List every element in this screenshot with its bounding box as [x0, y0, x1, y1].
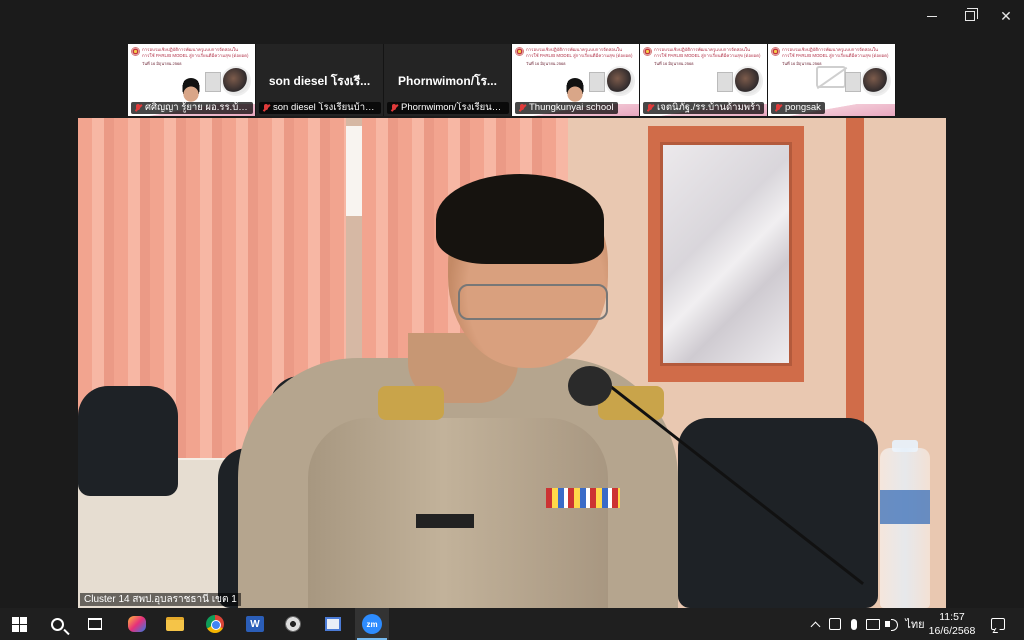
camera-off-icon [816, 66, 846, 88]
close-button[interactable]: ✕ [986, 0, 1024, 32]
tray-camera-button[interactable] [826, 608, 844, 640]
participant-name-label: pongsak [771, 102, 825, 114]
participant-tile[interactable]: การอบรมเชิงปฏิบัติการพัฒนาครูแบบการจัดสอ… [512, 44, 640, 116]
participant-name-label: เจตนิภัฐ./รร.บ้านด้ามพร้า [643, 102, 765, 114]
participant-name-label: son diesel โรงเรียนบ้าน... [259, 102, 381, 114]
chair [78, 386, 178, 496]
slide-title: การอบรมเชิงปฏิบัติการพัฒนาครูแบบการจัดสอ… [782, 47, 889, 58]
windows-start-icon [11, 616, 27, 632]
school-logo-icon [515, 47, 524, 56]
camera-tray-icon [829, 618, 841, 630]
participant-face [564, 78, 586, 104]
slide-date: วันที่ 16 มิถุนายน 2568 [782, 61, 822, 66]
participant-face [180, 78, 202, 104]
network-button[interactable] [864, 608, 882, 640]
window-app-icon [325, 617, 341, 631]
pinned-app-button[interactable] [316, 608, 350, 640]
participant-tile[interactable]: การอบรมเชิงปฏิบัติการพัฒนาครูแบบการจัดสอ… [640, 44, 768, 116]
windows-taskbar: W zm ไทย 11:57 16/6/2568 [0, 608, 1024, 640]
participant-display-name: Phornwimon/โร... [398, 74, 497, 88]
task-view-icon [88, 618, 102, 630]
file-explorer-button[interactable] [158, 608, 192, 640]
chrome-button[interactable] [198, 608, 232, 640]
participant-name-label: Thungkunyai school [515, 102, 618, 114]
mic-muted-icon [262, 104, 270, 112]
chevron-up-icon [810, 621, 820, 631]
minimize-icon [927, 15, 937, 17]
zoom-window: ✕ การอบรมเชิงปฏิบัติการพัฒนาครูแบบการจัด… [0, 0, 1024, 608]
task-view-button[interactable] [78, 608, 112, 640]
participant-name-label: Phornwimon/โรงเรียนบ้... [387, 102, 509, 114]
slide-photo [205, 66, 251, 96]
clock[interactable]: 11:57 16/6/2568 [928, 608, 976, 640]
uniform-shading [308, 418, 608, 608]
clock-date: 16/6/2568 [928, 625, 976, 637]
slide-title: การอบรมเชิงปฏิบัติการพัฒนาครูแบบการจัดสอ… [654, 47, 761, 58]
close-icon: ✕ [1000, 7, 1012, 24]
copilot-button[interactable] [120, 608, 154, 640]
mic-muted-icon [774, 104, 782, 112]
restore-button[interactable] [950, 0, 990, 32]
folder-icon [166, 617, 184, 631]
active-speaker-video[interactable]: Cluster 14 สพป.อุบลราชธานี เขต 1 [78, 118, 946, 608]
notification-icon [991, 618, 1005, 630]
slide-date: วันที่ 16 มิถุนายน 2568 [526, 61, 566, 66]
participant-tile[interactable]: การอบรมเชิงปฏิบัติการพัฒนาครูแบบการจัดสอ… [128, 44, 256, 116]
word-icon: W [246, 616, 264, 632]
copilot-icon [128, 616, 146, 632]
marble-panel [660, 142, 792, 366]
search-button[interactable] [40, 608, 74, 640]
word-button[interactable]: W [238, 608, 272, 640]
participant-display-name: son diesel โรงเรี... [268, 74, 371, 88]
name-tag [416, 514, 474, 528]
water-bottle [880, 448, 930, 608]
mic-muted-icon [518, 104, 526, 112]
speaker-name-label: Cluster 14 สพป.อุบลราชธานี เขต 1 [80, 593, 241, 606]
school-logo-icon [643, 47, 652, 56]
network-icon [866, 618, 880, 630]
volume-icon [885, 618, 899, 631]
camera-app-button[interactable] [276, 608, 310, 640]
microphone-tray-icon [851, 618, 857, 630]
slide-date: วันที่ 16 มิถุนายน 2568 [142, 61, 182, 66]
participant-name-label: ศศิญญา รู้ยาย ผอ.รร.บ้า... [131, 102, 253, 114]
search-icon [50, 617, 64, 631]
restore-icon [965, 8, 978, 21]
slide-photo [845, 66, 891, 96]
start-button[interactable] [2, 608, 36, 640]
bottle-label [880, 490, 930, 524]
notifications-button[interactable] [986, 608, 1010, 640]
participant-tile[interactable]: son diesel โรงเรี... son diesel โรงเรียน… [256, 44, 384, 116]
zoom-taskbar-button[interactable]: zm [355, 608, 389, 640]
microphone-icon [568, 366, 612, 406]
minimize-button[interactable] [912, 0, 952, 32]
slide-photo [589, 66, 635, 96]
participant-strip: การอบรมเชิงปฏิบัติการพัฒนาครูแบบการจัดสอ… [128, 44, 896, 116]
participant-tile[interactable]: Phornwimon/โร... Phornwimon/โรงเรียนบ้..… [384, 44, 512, 116]
tray-mic-button[interactable] [846, 608, 862, 640]
zoom-icon: zm [362, 614, 382, 634]
mic-muted-icon [390, 104, 398, 112]
medal-ribbons [546, 488, 620, 508]
school-logo-icon [771, 47, 780, 56]
slide-title: การอบรมเชิงปฏิบัติการพัฒนาครูแบบการจัดสอ… [142, 47, 249, 58]
school-logo-icon [131, 47, 140, 56]
show-hidden-icons-button[interactable] [806, 608, 824, 640]
chrome-icon [206, 615, 224, 633]
slide-title: การอบรมเชิงปฏิบัติการพัฒนาครูแบบการจัดสอ… [526, 47, 633, 58]
window-light [346, 126, 362, 216]
webcam-icon [285, 616, 301, 632]
slide-photo [717, 66, 763, 96]
chair [678, 418, 878, 608]
speaker-glasses [458, 284, 608, 320]
volume-button[interactable] [883, 608, 901, 640]
slide-date: วันที่ 16 มิถุนายน 2568 [654, 61, 694, 66]
language-indicator[interactable]: ไทย [903, 608, 927, 640]
epaulet [378, 386, 444, 420]
mic-muted-icon [134, 104, 142, 112]
participant-tile[interactable]: การอบรมเชิงปฏิบัติการพัฒนาครูแบบการจัดสอ… [768, 44, 896, 116]
speaker-hair [436, 174, 604, 264]
clock-time: 11:57 [939, 611, 965, 623]
mic-muted-icon [646, 104, 654, 112]
